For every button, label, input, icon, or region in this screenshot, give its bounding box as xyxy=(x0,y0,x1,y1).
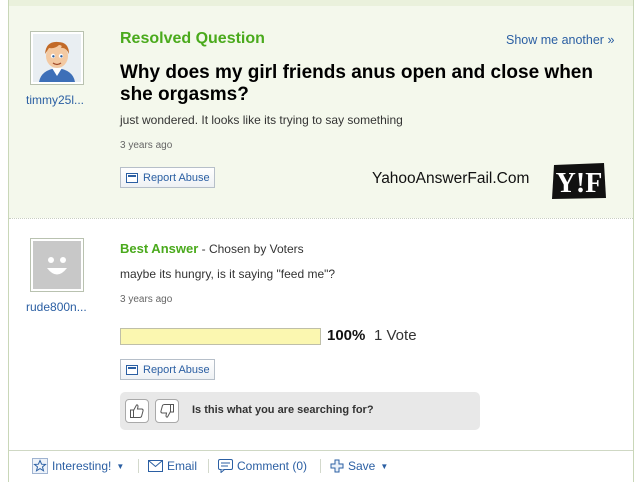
question-timestamp: 3 years ago xyxy=(120,140,173,151)
chevron-down-icon: ▼ xyxy=(116,461,125,471)
best-answer-label: Best Answer xyxy=(120,241,199,256)
answerer-username[interactable]: rude800n... xyxy=(26,300,87,314)
best-answer-heading: Best Answer - Chosen by Voters xyxy=(120,241,304,256)
search-feedback-box: Is this what you are searching for? xyxy=(120,392,480,430)
report-abuse-button[interactable]: Report Abuse xyxy=(120,359,215,380)
vote-bar xyxy=(120,328,321,345)
plus-icon xyxy=(330,459,344,473)
resolved-question-heading: Resolved Question xyxy=(120,30,265,47)
flag-icon xyxy=(126,172,138,183)
question-body: just wondered. It looks like its trying … xyxy=(120,113,403,127)
show-me-another-link[interactable]: Show me another » xyxy=(506,33,614,47)
vote-count: 1 Vote xyxy=(374,327,417,344)
vote-bar-fill xyxy=(121,329,320,344)
flag-icon xyxy=(126,364,138,375)
answerer-avatar[interactable] xyxy=(30,238,84,292)
star-icon xyxy=(32,458,48,474)
asker-username[interactable]: timmy25l... xyxy=(26,93,84,107)
site-watermark: YahooAnswerFail.Com xyxy=(372,170,530,187)
thumbs-down-icon xyxy=(160,404,174,418)
email-button[interactable]: Email xyxy=(148,457,197,475)
interesting-label: Interesting! xyxy=(52,459,112,473)
answer-timestamp: 3 years ago xyxy=(120,294,173,305)
thumbs-down-button[interactable] xyxy=(155,399,179,423)
envelope-icon xyxy=(148,460,163,472)
report-abuse-label: Report Abuse xyxy=(143,363,210,376)
divider xyxy=(9,218,633,219)
question-title: Why does my girl friends anus open and c… xyxy=(120,62,593,105)
cartoon-avatar-icon xyxy=(33,34,81,82)
yf-logo-icon: Y!F xyxy=(552,163,606,199)
report-abuse-label: Report Abuse xyxy=(143,171,210,184)
default-avatar-icon xyxy=(33,241,81,289)
asker-avatar[interactable] xyxy=(30,31,84,85)
save-button[interactable]: Save ▼ xyxy=(330,457,388,475)
thumbs-up-icon xyxy=(130,404,144,418)
comment-label: Comment (0) xyxy=(237,459,308,473)
save-label: Save xyxy=(348,459,376,473)
report-abuse-button[interactable]: Report Abuse xyxy=(120,167,215,188)
feedback-prompt: Is this what you are searching for? xyxy=(192,404,374,416)
chevron-down-icon: ▼ xyxy=(380,461,389,471)
answer-body: maybe its hungry, is it saying "feed me"… xyxy=(120,267,336,281)
svg-text:Y!F: Y!F xyxy=(556,168,603,199)
chosen-by-label: - Chosen by Voters xyxy=(198,242,304,256)
comment-icon xyxy=(218,459,233,473)
thumbs-up-button[interactable] xyxy=(125,399,149,423)
comment-button[interactable]: Comment (0) xyxy=(218,457,307,475)
email-label: Email xyxy=(167,459,198,473)
divider xyxy=(138,459,139,473)
interesting-button[interactable]: Interesting! ▼ xyxy=(32,457,124,475)
yf-logo: Y!F xyxy=(548,161,610,201)
vote-percent: 100% xyxy=(327,327,366,344)
divider xyxy=(320,459,321,473)
divider xyxy=(208,459,209,473)
